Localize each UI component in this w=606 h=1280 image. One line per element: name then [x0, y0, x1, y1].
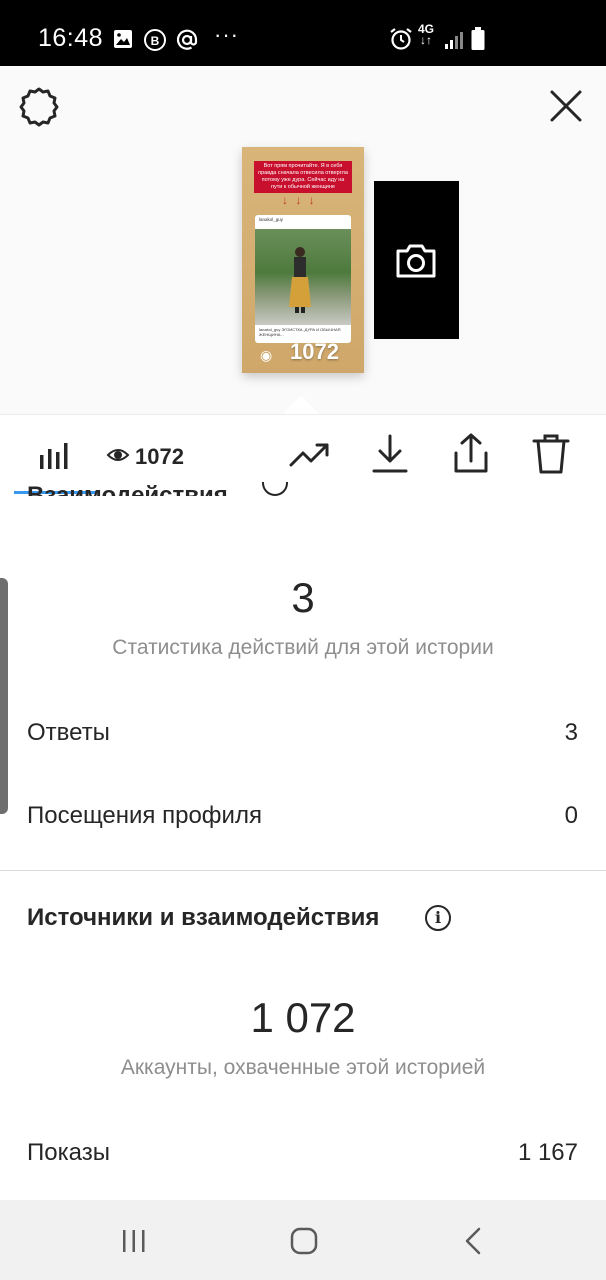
recent-apps-icon[interactable]: [120, 1228, 148, 1254]
gear-icon[interactable]: [18, 86, 60, 128]
camera-icon: [396, 244, 436, 278]
back-icon[interactable]: [462, 1227, 484, 1255]
more-notifications-indicator: ···: [214, 22, 239, 47]
vk-icon: B: [144, 29, 166, 51]
story-post-caption: lanakol_guy ЭГОИСТКА, ДУРА И ОБЫЧНАЯ ЖЕН…: [259, 327, 341, 337]
discovery-value: 1 072: [250, 994, 356, 1041]
person-figure: [289, 247, 311, 313]
story-arrows: ↓ ↓ ↓: [282, 193, 317, 207]
toolbar-overlay: [0, 414, 606, 480]
network-type: 4G ↓↑: [418, 22, 435, 47]
profile-visits-label: Посещения профиля: [27, 802, 262, 829]
interactions-title: Взаимодействия: [27, 482, 228, 496]
interactions-value: 3: [291, 574, 315, 621]
svg-text:B: B: [151, 34, 160, 48]
battery-icon: [471, 27, 485, 50]
signal-icon: [445, 32, 463, 49]
status-time: 16:48: [38, 24, 104, 52]
story-view-count: 1072: [290, 339, 339, 364]
selected-story-pointer: [283, 395, 319, 414]
story-preview-area: Вот прям прочитайте. Я в себя правда сна…: [0, 66, 606, 414]
discovery-title: Источники и взаимодействия: [27, 904, 380, 931]
close-icon[interactable]: [546, 86, 586, 126]
replies-value: 3: [564, 719, 578, 746]
story-post-username: lanakol_guy: [259, 217, 284, 222]
discovery-subtitle: Аккаунты, охваченные этой историей: [120, 1056, 486, 1079]
eye-icon: ◉: [260, 347, 273, 363]
story-embedded-post: lanakol_guy lanakol_guy ЭГОИСТКА, ДУРА И…: [255, 215, 351, 343]
replies-label: Ответы: [27, 719, 110, 746]
system-nav-bar: [0, 1200, 606, 1280]
next-story-thumbnail[interactable]: [374, 181, 459, 339]
story-thumbnail[interactable]: Вот прям прочитайте. Я в себя правда сна…: [242, 147, 364, 373]
story-post-photo: [255, 229, 351, 325]
impressions-value: 1 167: [517, 1139, 578, 1166]
status-bar: 16:48 B ··· 4G ↓↑: [0, 0, 606, 66]
story-caption: Вот прям прочитайте. Я в себя правда сна…: [254, 161, 352, 193]
impressions-label: Показы: [27, 1139, 110, 1166]
profile-visits-value: 0: [564, 802, 578, 829]
image-icon: [114, 30, 132, 48]
alarm-icon: [390, 28, 412, 50]
home-icon[interactable]: [289, 1227, 319, 1255]
section-divider: [0, 870, 606, 871]
info-icon[interactable]: i: [425, 905, 451, 931]
interactions-subtitle: Статистика действий для этой истории: [112, 636, 494, 659]
at-icon: [176, 29, 198, 50]
